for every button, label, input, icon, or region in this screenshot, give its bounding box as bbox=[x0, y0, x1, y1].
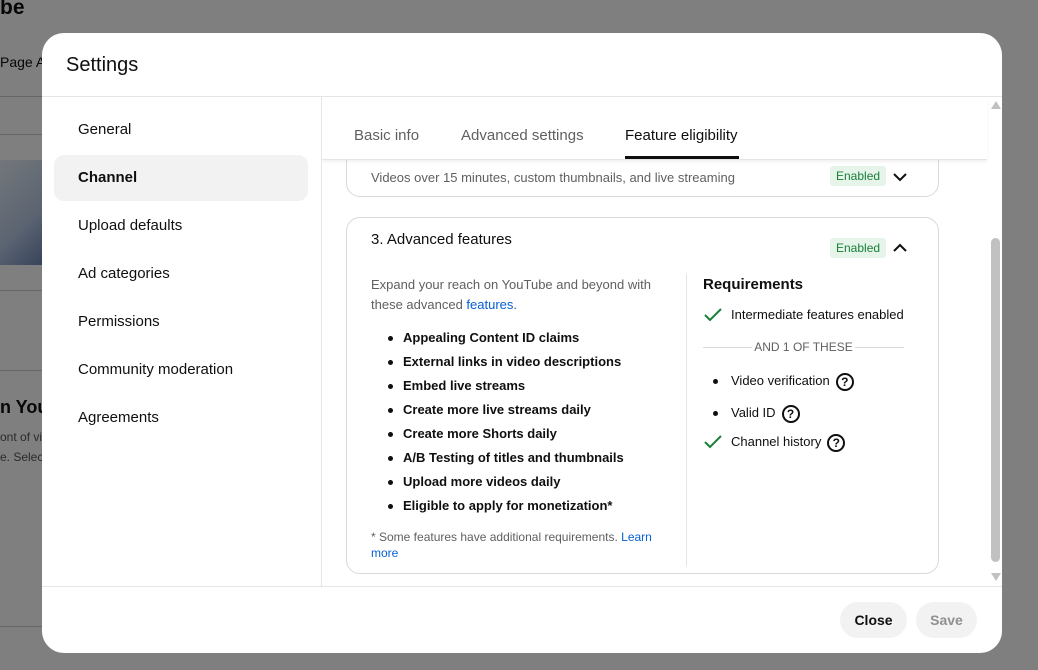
footnote: * Some features have additional requirem… bbox=[371, 529, 671, 561]
requirement-text: Valid ID bbox=[731, 405, 776, 420]
list-item: A/B Testing of titles and thumbnails bbox=[388, 450, 624, 474]
help-icon[interactable]: ? bbox=[835, 372, 854, 391]
tab-bar: Basic info Advanced settings Feature eli… bbox=[322, 97, 987, 160]
sidebar-item-community-moderation[interactable]: Community moderation bbox=[54, 347, 308, 393]
requirement-label: Valid ID? bbox=[731, 403, 800, 423]
list-item: Eligible to apply for monetization* bbox=[388, 498, 624, 522]
feature-list: Appealing Content ID claims External lin… bbox=[388, 330, 624, 522]
list-item: Appealing Content ID claims bbox=[388, 330, 624, 354]
scroll-up-arrow-icon[interactable] bbox=[991, 101, 1001, 109]
close-button[interactable]: Close bbox=[840, 602, 907, 638]
requirement-label: Video verification? bbox=[731, 371, 854, 391]
list-item: Upload more videos daily bbox=[388, 474, 624, 498]
tab-basic-info[interactable]: Basic info bbox=[354, 127, 419, 144]
bullet bbox=[713, 411, 718, 416]
card-description: Videos over 15 minutes, custom thumbnail… bbox=[371, 170, 735, 185]
tab-advanced-settings[interactable]: Advanced settings bbox=[461, 127, 584, 144]
status-badge: Enabled bbox=[830, 238, 887, 258]
sidebar-item-general[interactable]: General bbox=[54, 107, 308, 153]
help-icon[interactable]: ? bbox=[781, 404, 800, 423]
scroll-down-arrow-icon[interactable] bbox=[991, 573, 1001, 581]
content-scrollbar[interactable] bbox=[988, 97, 1002, 586]
chevron-down-icon[interactable] bbox=[890, 167, 910, 187]
save-button[interactable]: Save bbox=[916, 602, 977, 638]
settings-content: Basic info Advanced settings Feature eli… bbox=[322, 97, 1002, 586]
list-item: Embed live streams bbox=[388, 378, 624, 402]
requirement-text: Channel history bbox=[731, 434, 822, 449]
divider-line bbox=[855, 347, 904, 348]
feature-description: Expand your reach on YouTube and beyond … bbox=[371, 275, 671, 315]
footnote-text: * Some features have additional requirem… bbox=[371, 530, 622, 544]
help-icon[interactable]: ? bbox=[827, 433, 846, 452]
sidebar-item-permissions[interactable]: Permissions bbox=[54, 299, 308, 345]
active-tab-indicator bbox=[625, 156, 739, 159]
sidebar-item-agreements[interactable]: Agreements bbox=[54, 395, 308, 441]
list-item: Create more live streams daily bbox=[388, 402, 624, 426]
check-icon bbox=[704, 435, 722, 449]
requirements-title: Requirements bbox=[703, 276, 804, 293]
sidebar-item-channel[interactable]: Channel bbox=[54, 155, 308, 201]
advanced-features-card: 3. Advanced features Enabled Expand your… bbox=[346, 217, 939, 574]
features-link[interactable]: features bbox=[466, 297, 513, 312]
settings-dialog: Settings General Channel Upload defaults… bbox=[42, 33, 1002, 653]
dialog-header: Settings bbox=[42, 33, 1002, 97]
requirement-text: Video verification bbox=[731, 373, 830, 388]
column-divider bbox=[686, 274, 687, 566]
card-title: 3. Advanced features bbox=[371, 231, 512, 248]
chevron-up-icon[interactable] bbox=[890, 238, 910, 258]
requirement-label: Intermediate features enabled bbox=[731, 307, 904, 322]
settings-sidebar: General Channel Upload defaults Ad categ… bbox=[42, 97, 322, 586]
dialog-title: Settings bbox=[66, 54, 139, 76]
sidebar-item-ad-categories[interactable]: Ad categories bbox=[54, 251, 308, 297]
check-icon bbox=[704, 308, 722, 322]
bullet bbox=[713, 379, 718, 384]
list-item: External links in video descriptions bbox=[388, 354, 624, 378]
sidebar-item-upload-defaults[interactable]: Upload defaults bbox=[54, 203, 308, 249]
scrollbar-thumb[interactable] bbox=[991, 238, 1000, 562]
status-badge: Enabled bbox=[830, 166, 887, 186]
dialog-footer: Close Save bbox=[42, 586, 1002, 653]
or-divider: AND 1 OF THESE bbox=[703, 340, 904, 354]
description-suffix: . bbox=[513, 297, 518, 312]
requirement-label: Channel history? bbox=[731, 432, 846, 452]
list-item: Create more Shorts daily bbox=[388, 426, 624, 450]
tab-feature-eligibility[interactable]: Feature eligibility bbox=[625, 127, 738, 144]
